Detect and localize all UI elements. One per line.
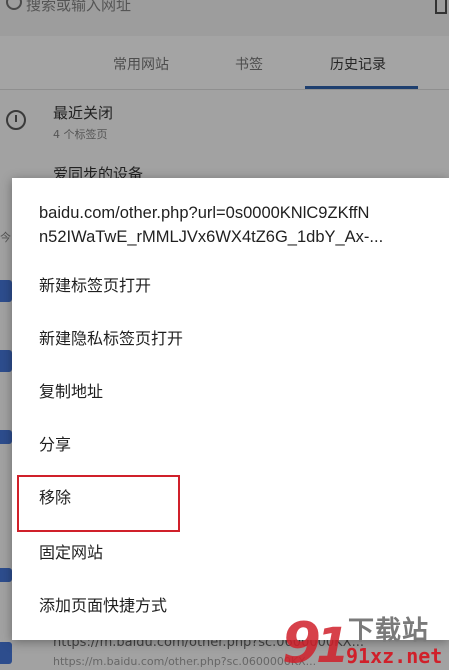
site-watermark: 9 1 下载站 91xz.net	[280, 610, 449, 670]
menu-url-line-1: baidu.com/other.php?url=0s0000KNlC9ZKffN	[39, 204, 370, 222]
tab-frequent-sites[interactable]: 常用网站	[113, 54, 169, 74]
history-favicon-3	[0, 430, 12, 444]
menu-item-label: 分享	[39, 435, 72, 454]
menu-url-header: baidu.com/other.php?url=0s0000KNlC9ZKffN…	[39, 201, 449, 249]
history-context-menu: baidu.com/other.php?url=0s0000KNlC9ZKffN…	[12, 178, 449, 640]
menu-url-line-2: n52IWaTwE_rMMLJVx6WX4tZ6G_1dbY_Ax-...	[39, 228, 384, 246]
menu-pin-site[interactable]: 固定网站	[12, 527, 449, 575]
menu-open-new-tab[interactable]: 新建标签页打开	[12, 260, 449, 308]
address-bar[interactable]: 搜索或输入网址	[0, 0, 449, 36]
menu-share[interactable]: 分享	[12, 419, 449, 467]
recently-closed-title: 最近关闭	[53, 104, 114, 122]
tab-switcher-icon[interactable]	[435, 0, 447, 14]
menu-item-label: 新建标签页打开	[39, 276, 152, 295]
synced-devices-row[interactable]: 爱同步的设备	[0, 150, 449, 183]
menu-item-label: 新建隐私标签页打开	[39, 329, 184, 348]
history-favicon-4	[0, 568, 12, 582]
history-favicon-2	[0, 350, 12, 372]
svg-text:1: 1	[316, 618, 349, 670]
watermark-text: 下载站	[348, 616, 430, 646]
menu-item-label: 固定网站	[39, 543, 104, 562]
clock-icon	[6, 110, 26, 130]
history-entry-sub: https://m.baidu.com/other.php?sc.0600000…	[53, 655, 317, 668]
remove-highlight-box	[17, 475, 180, 532]
bookmarks-tab-bar: 常用网站 书签 历史记录	[0, 36, 449, 90]
menu-copy-address[interactable]: 复制地址	[12, 366, 449, 414]
watermark-logo-icon: 9 1	[282, 611, 349, 670]
recently-closed-row[interactable]: 最近关闭 4 个标签页	[0, 90, 449, 150]
search-icon	[6, 0, 22, 10]
tab-bookmarks[interactable]: 书签	[235, 54, 263, 74]
recently-closed-subtitle: 4 个标签页	[53, 128, 108, 141]
watermark-domain: 91xz.net	[346, 644, 443, 668]
today-label: 今	[0, 231, 11, 244]
menu-item-label: 复制地址	[39, 382, 104, 401]
menu-open-private-tab[interactable]: 新建隐私标签页打开	[12, 313, 449, 361]
tab-history[interactable]: 历史记录	[330, 54, 386, 74]
menu-item-label: 添加页面快捷方式	[39, 596, 168, 615]
active-tab-indicator	[305, 86, 418, 89]
address-placeholder: 搜索或输入网址	[26, 0, 132, 14]
history-favicon-1	[0, 280, 12, 302]
